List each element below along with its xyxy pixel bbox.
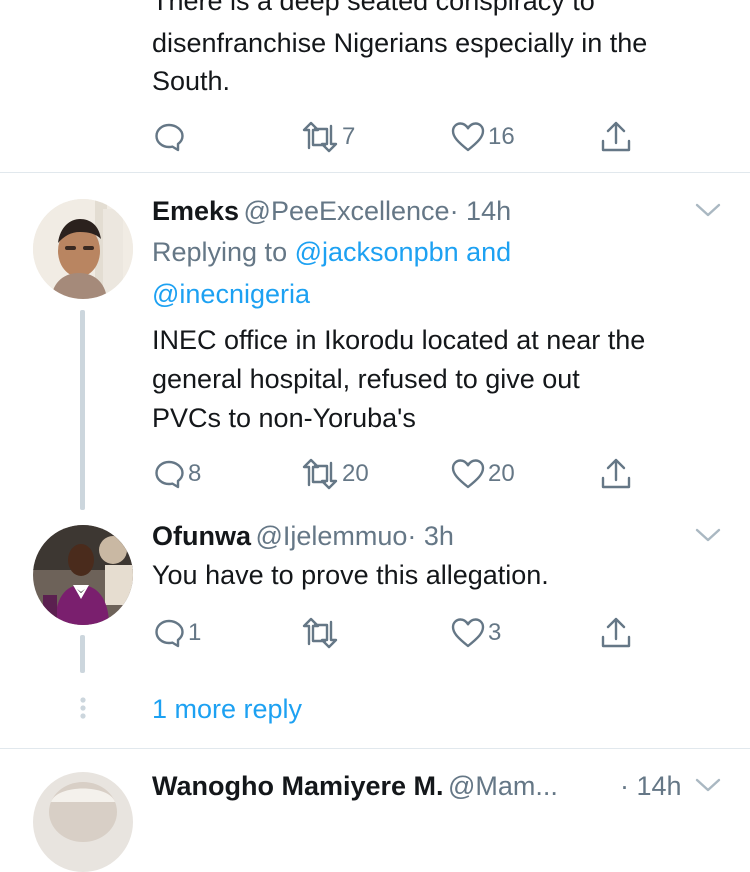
tweet-header: Emeks @PeeExcellence· 14h <box>152 193 511 234</box>
share-icon <box>598 456 634 492</box>
like-count: 20 <box>488 460 515 487</box>
more-options-button[interactable] <box>694 200 722 225</box>
share-button[interactable] <box>598 454 634 494</box>
reply-icon <box>152 616 186 650</box>
like-count: 3 <box>488 619 502 646</box>
reply-icon <box>152 457 186 491</box>
author-handle[interactable]: @Mam... <box>448 771 558 801</box>
tweet-actions: 7 16 <box>152 117 652 157</box>
tweet-text-line: PVCs to non-Yoruba's <box>152 403 416 433</box>
replying-to-label: Replying to <box>152 237 288 267</box>
share-button[interactable] <box>598 117 634 157</box>
thread-line <box>80 310 85 510</box>
thread-line <box>80 635 85 673</box>
chevron-down-icon <box>694 778 722 799</box>
more-options-button[interactable] <box>694 775 722 800</box>
reply-button[interactable]: 1 <box>152 613 201 653</box>
tweet-text-line: South. <box>152 66 231 96</box>
author-handle[interactable]: @PeeExcellence <box>244 196 450 226</box>
author-name[interactable]: Wanogho Mamiyere M. <box>152 771 444 801</box>
divider <box>0 172 750 173</box>
retweet-button[interactable]: 7 <box>300 117 355 157</box>
retweet-button[interactable]: 20 <box>300 454 369 494</box>
like-button[interactable]: 20 <box>450 454 515 494</box>
reply-count: 1 <box>188 619 202 646</box>
heart-icon <box>450 457 486 491</box>
retweet-count: 20 <box>342 460 369 487</box>
mention-link[interactable]: @jacksonpbn <box>295 237 459 267</box>
tweet-header: Wanogho Mamiyere M. @Mam... <box>152 768 672 809</box>
share-button[interactable] <box>598 613 634 653</box>
retweet-icon <box>300 120 340 154</box>
tweet-text-line: INEC office in Ikorodu located at near t… <box>152 325 646 355</box>
like-button[interactable]: 3 <box>450 613 501 653</box>
like-button[interactable]: 16 <box>450 117 515 157</box>
tweet-actions: 1 3 <box>152 613 652 653</box>
avatar[interactable] <box>33 199 133 299</box>
share-icon <box>598 119 634 155</box>
more-options-button[interactable] <box>694 525 722 550</box>
heart-icon <box>450 120 486 154</box>
replying-to-line2: @inecnigeria <box>152 275 310 313</box>
avatar[interactable] <box>33 772 133 872</box>
chevron-down-icon <box>694 203 722 224</box>
timestamp: · 14h <box>620 771 682 801</box>
author-name[interactable]: Emeks <box>152 196 239 226</box>
mention-link[interactable]: @inecnigeria <box>152 279 310 309</box>
replying-to: Replying to @jacksonpbn and <box>152 233 511 271</box>
tweet-text-line: disenfranchise Nigerians especially in t… <box>152 28 648 58</box>
more-replies-link[interactable]: 1 more reply <box>152 690 302 728</box>
timestamp: · 3h <box>407 521 454 551</box>
reply-icon <box>152 120 186 154</box>
author-handle[interactable]: @Ijelemmuo <box>255 521 407 551</box>
more-dots-icon <box>76 696 90 727</box>
retweet-icon <box>300 616 340 650</box>
reply-count: 8 <box>188 460 202 487</box>
timestamp: · 14h <box>449 196 512 226</box>
tweet-header: Ofunwa @Ijelemmuo· 3h <box>152 518 454 559</box>
divider <box>0 748 750 749</box>
tweet-actions: 8 20 20 <box>152 454 652 494</box>
chevron-down-icon <box>694 528 722 549</box>
retweet-button[interactable] <box>300 613 342 653</box>
reply-button[interactable] <box>152 117 188 157</box>
author-name[interactable]: Ofunwa <box>152 521 251 551</box>
heart-icon <box>450 616 486 650</box>
reply-button[interactable]: 8 <box>152 454 201 494</box>
retweet-count: 7 <box>342 123 356 150</box>
replying-and: and <box>466 237 512 267</box>
share-icon <box>598 615 634 651</box>
retweet-icon <box>300 457 340 491</box>
tweet-text-line: You have to prove this allegation. <box>152 560 549 590</box>
like-count: 16 <box>488 123 515 150</box>
avatar[interactable] <box>33 525 133 625</box>
tweet-text-line: general hospital, refused to give out <box>152 364 580 394</box>
tweet-text-line: There is a deep seated conspiracy to <box>152 0 595 16</box>
